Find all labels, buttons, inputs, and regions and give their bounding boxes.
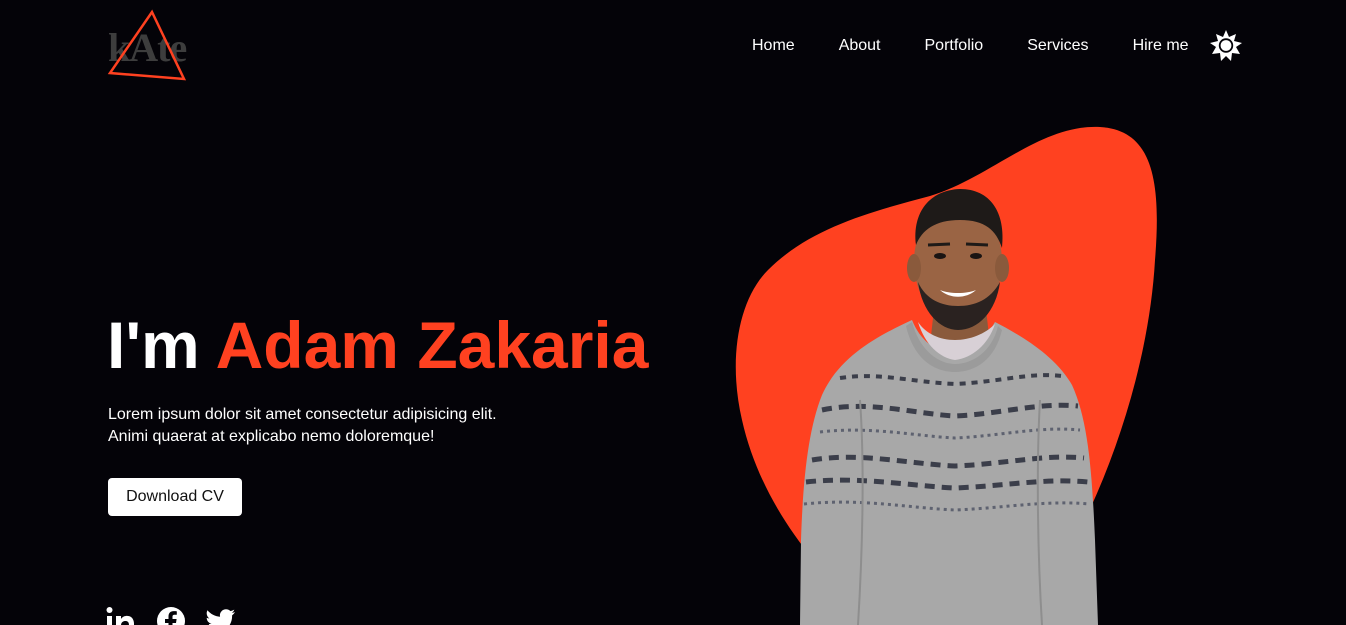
linkedin-icon[interactable] (106, 606, 136, 625)
social-links (106, 606, 236, 625)
hero-name: Adam Zakaria (215, 308, 649, 382)
hero-greeting: I'm (107, 308, 200, 382)
hero-description-line-2: Animi quaerat at explicabo nemo doloremq… (108, 428, 435, 445)
twitter-icon[interactable] (206, 606, 236, 625)
hero-description-line-1: Lorem ipsum dolor sit amet consectetur a… (108, 406, 497, 423)
hero-title: I'm Adam Zakaria (107, 305, 648, 385)
page: kAte Home About Portfolio Services Hire … (0, 0, 1346, 625)
facebook-icon[interactable] (156, 606, 186, 625)
hero-description: Lorem ipsum dolor sit amet consectetur a… (108, 404, 568, 448)
download-cv-button[interactable]: Download CV (108, 478, 242, 516)
